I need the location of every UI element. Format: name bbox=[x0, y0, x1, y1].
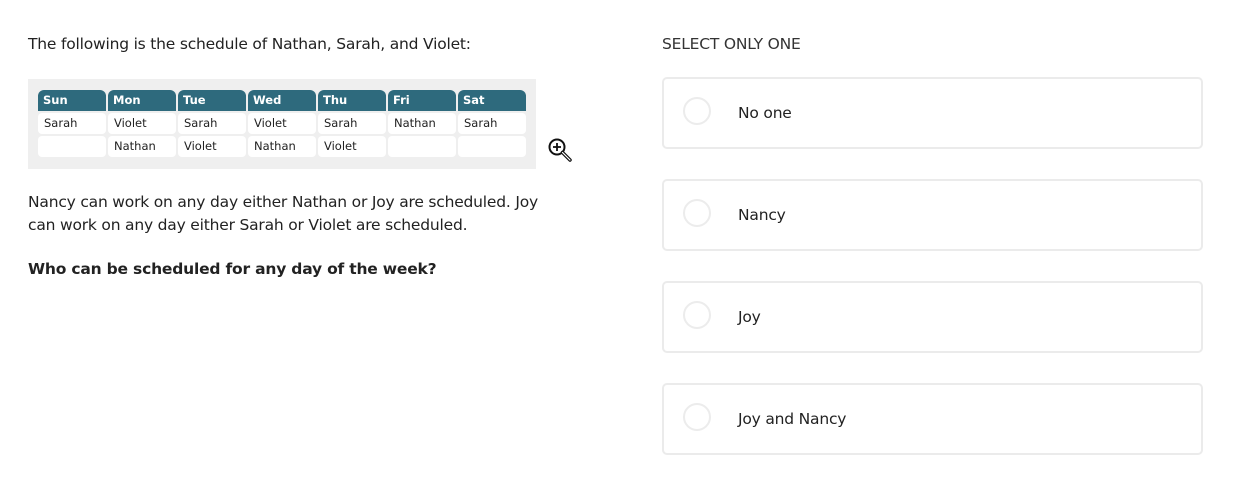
day-header-sun: Sun bbox=[38, 90, 106, 111]
schedule-cell: Sarah bbox=[458, 113, 526, 134]
schedule-cell: Violet bbox=[178, 136, 246, 157]
answer-option-nancy[interactable]: Nancy bbox=[662, 179, 1203, 251]
schedule-cell: Violet bbox=[248, 113, 316, 134]
day-header-sat: Sat bbox=[458, 90, 526, 111]
day-header-thu: Thu bbox=[318, 90, 386, 111]
day-header-tue: Tue bbox=[178, 90, 246, 111]
question-text: Who can be scheduled for any day of the … bbox=[28, 260, 437, 278]
zoom-in-icon bbox=[548, 138, 572, 162]
intro-text: The following is the schedule of Nathan,… bbox=[28, 35, 471, 53]
answer-option-no-one[interactable]: No one bbox=[662, 77, 1203, 149]
radio-button[interactable] bbox=[683, 403, 711, 431]
schedule-cell bbox=[458, 136, 526, 157]
option-label: Joy and Nancy bbox=[738, 410, 847, 428]
schedule-cell: Violet bbox=[318, 136, 386, 157]
zoom-in-button[interactable] bbox=[547, 137, 573, 163]
answer-option-joy[interactable]: Joy bbox=[662, 281, 1203, 353]
schedule-cell: Sarah bbox=[38, 113, 106, 134]
radio-button[interactable] bbox=[683, 97, 711, 125]
schedule-cell bbox=[38, 136, 106, 157]
schedule-image: Sun Mon Tue Wed Thu Fri Sat Sarah Violet… bbox=[28, 79, 536, 169]
schedule-cell bbox=[388, 136, 456, 157]
rules-paragraph: Nancy can work on any day either Nathan … bbox=[28, 193, 538, 234]
day-header-mon: Mon bbox=[108, 90, 176, 111]
schedule-cell: Nathan bbox=[248, 136, 316, 157]
schedule-cell: Nathan bbox=[108, 136, 176, 157]
option-label: Nancy bbox=[738, 206, 786, 224]
option-label: No one bbox=[738, 104, 792, 122]
schedule-cell: Nathan bbox=[388, 113, 456, 134]
schedule-table: Sun Mon Tue Wed Thu Fri Sat Sarah Violet… bbox=[38, 90, 526, 157]
select-instruction: SELECT ONLY ONE bbox=[662, 35, 801, 53]
radio-button[interactable] bbox=[683, 301, 711, 329]
schedule-cell: Sarah bbox=[178, 113, 246, 134]
day-header-fri: Fri bbox=[388, 90, 456, 111]
schedule-cell: Sarah bbox=[318, 113, 386, 134]
answer-option-joy-and-nancy[interactable]: Joy and Nancy bbox=[662, 383, 1203, 455]
option-label: Joy bbox=[738, 308, 761, 326]
schedule-cell: Violet bbox=[108, 113, 176, 134]
day-header-wed: Wed bbox=[248, 90, 316, 111]
radio-button[interactable] bbox=[683, 199, 711, 227]
